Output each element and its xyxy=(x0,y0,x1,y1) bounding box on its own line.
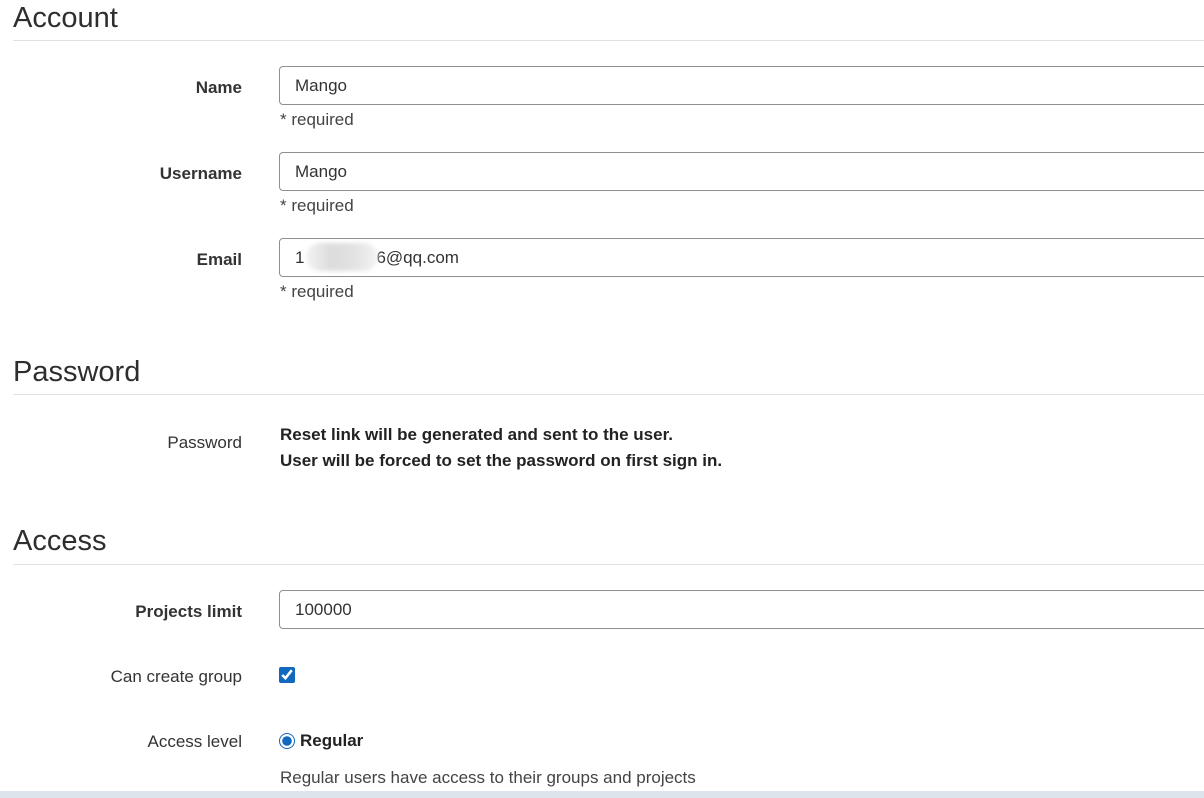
can-create-group-label: Can create group xyxy=(110,667,242,686)
username-label: Username xyxy=(159,164,242,183)
password-label: Password xyxy=(167,433,242,452)
account-divider xyxy=(13,40,1204,41)
admin-user-form: Account Name * required Username * requi… xyxy=(0,0,1204,798)
access-level-label: Access level xyxy=(147,732,242,751)
password-force-note: User will be forced to set the password … xyxy=(280,451,723,470)
email-required-hint: * required xyxy=(280,282,354,301)
bottom-scroll-strip xyxy=(0,791,1204,798)
name-label: Name xyxy=(195,78,242,97)
access-section-title: Access xyxy=(13,525,107,557)
account-section-title: Account xyxy=(13,2,118,34)
password-section-title: Password xyxy=(13,356,141,388)
email-value-prefix: 1 xyxy=(295,247,305,267)
access-divider xyxy=(13,564,1204,565)
username-required-hint: * required xyxy=(280,196,354,215)
projects-limit-label: Projects limit xyxy=(135,602,242,621)
email-value-suffix: 6@qq.com xyxy=(376,247,459,267)
access-level-help: Regular users have access to their group… xyxy=(280,768,696,787)
password-divider xyxy=(13,394,1204,395)
name-required-hint: * required xyxy=(280,110,354,129)
access-level-regular-radio[interactable] xyxy=(279,733,295,749)
access-level-regular-label[interactable]: Regular xyxy=(300,731,363,751)
username-input[interactable] xyxy=(279,152,1204,191)
password-reset-note: Reset link will be generated and sent to… xyxy=(280,425,673,444)
email-input[interactable]: 1 6@qq.com xyxy=(279,238,1204,277)
email-redaction-blur xyxy=(306,243,378,271)
email-field[interactable]: 1 6@qq.com xyxy=(279,238,1204,277)
name-input[interactable] xyxy=(279,66,1204,105)
projects-limit-input[interactable] xyxy=(279,590,1204,629)
email-label: Email xyxy=(196,250,242,269)
can-create-group-checkbox[interactable] xyxy=(279,667,295,683)
